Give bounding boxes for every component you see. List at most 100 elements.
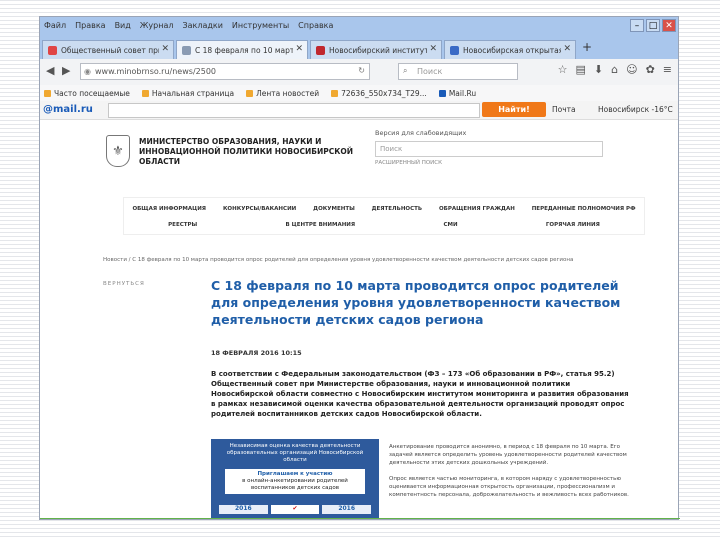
tab-label: Новосибирская открытая о... xyxy=(463,45,561,55)
search-icon: ⌕ xyxy=(403,66,408,75)
nav-powers[interactable]: ПЕРЕДАННЫЕ ПОЛНОМОЧИЯ РФ xyxy=(532,206,636,212)
menu-edit[interactable]: Правка xyxy=(75,21,105,30)
reload-icon[interactable]: ↻ xyxy=(358,66,365,75)
bookmark-label: Лента новостей xyxy=(256,88,320,98)
bookmark-icon xyxy=(141,90,149,97)
poster-year-start: 2016 xyxy=(219,505,268,514)
navigation-bar: ◀ ▶ ◉ www.minobrnso.ru/news/2500 ↻ ⌕ Пои… xyxy=(40,59,678,86)
nav-registries[interactable]: РЕЕСТРЫ xyxy=(168,222,197,228)
tab-survey-news[interactable]: С 18 февраля по 10 марта ... ✕ xyxy=(176,40,308,59)
menu-file[interactable]: Файл xyxy=(44,21,66,30)
bookmark-item[interactable]: Mail.Ru xyxy=(438,89,476,98)
close-tab-icon[interactable]: ✕ xyxy=(295,44,303,54)
menu-tools[interactable]: Инструменты xyxy=(232,21,289,30)
nav-general-info[interactable]: ОБЩАЯ ИНФОРМАЦИЯ xyxy=(132,206,206,212)
menu-bookmarks[interactable]: Закладки xyxy=(182,21,222,30)
back-arrow-icon[interactable]: ◀ xyxy=(46,64,54,77)
tab-favicon-icon xyxy=(182,45,191,55)
browser-window: Файл Правка Вид Журнал Закладки Инструме… xyxy=(40,17,678,519)
tab-favicon-icon xyxy=(316,45,325,55)
close-tab-icon[interactable]: ✕ xyxy=(563,44,571,54)
menu-view[interactable]: Вид xyxy=(115,21,131,30)
bookmark-item[interactable]: Лента новостей xyxy=(246,89,319,98)
tab-label: С 18 февраля по 10 марта ... xyxy=(195,45,293,55)
minimize-button[interactable]: – xyxy=(630,19,644,32)
new-tab-button[interactable]: + xyxy=(582,40,592,59)
menu-help[interactable]: Справка xyxy=(298,21,333,30)
nav-focus[interactable]: В ЦЕНТРЕ ВНИМАНИЯ xyxy=(286,222,356,228)
bookmark-item[interactable]: Начальная страница xyxy=(141,89,234,98)
title-bar: Файл Правка Вид Журнал Закладки Инструме… xyxy=(40,17,678,37)
tab-public-council[interactable]: Общественный совет при ... ✕ xyxy=(42,40,174,59)
globe-icon: ◉ xyxy=(84,67,91,76)
browser-search-placeholder: Поиск xyxy=(417,67,443,76)
bookmarks-list-icon[interactable]: ▤ xyxy=(575,63,585,76)
browser-search-field[interactable]: ⌕ Поиск xyxy=(398,63,518,80)
bookmark-label: 72636_550x734_T29... xyxy=(341,88,427,98)
checkmark-icon: ✔ xyxy=(270,505,320,514)
bookmark-label: Часто посещаемые xyxy=(54,88,130,98)
back-link[interactable]: ВЕРНУТЬСЯ xyxy=(103,281,145,287)
extension-icon[interactable]: ✿ xyxy=(646,63,655,76)
weather-widget[interactable]: Новосибирск -16°C xyxy=(598,105,673,114)
mailru-search-button[interactable]: Найти! xyxy=(482,102,546,117)
nav-appeals[interactable]: ОБРАЩЕНИЯ ГРАЖДАН xyxy=(439,206,515,212)
coat-of-arms-icon[interactable]: ⚜ xyxy=(106,135,130,167)
site-search-input[interactable]: Поиск xyxy=(375,141,603,157)
poster-year-end: 2016 xyxy=(322,505,372,514)
maximize-button[interactable]: □ xyxy=(646,19,660,32)
web-page: ⚜ МИНИСТЕРСТВО ОБРАЗОВАНИЯ, НАУКИ И ИННО… xyxy=(83,119,645,519)
poster-invite-title: Приглашаем к участию xyxy=(257,471,333,477)
tab-label: Общественный совет при ... xyxy=(61,45,159,55)
chat-icon[interactable]: ☺ xyxy=(626,63,637,76)
nav-media[interactable]: СМИ xyxy=(443,222,457,228)
home-icon[interactable]: ⌂ xyxy=(611,63,618,76)
nav-activity[interactable]: ДЕЯТЕЛЬНОСТЬ xyxy=(372,206,422,212)
bookmark-item[interactable]: Часто посещаемые xyxy=(44,89,130,98)
bookmark-icon xyxy=(331,90,339,97)
survey-poster[interactable]: Независимая оценка качества деятельности… xyxy=(211,439,379,519)
bookmark-star-icon[interactable]: ☆ xyxy=(558,63,568,76)
hamburger-menu-icon[interactable]: ≡ xyxy=(663,63,672,76)
mailru-search-input[interactable] xyxy=(108,103,480,118)
close-tab-icon[interactable]: ✕ xyxy=(161,44,169,54)
bookmark-icon xyxy=(44,90,51,97)
divider-line xyxy=(40,518,680,519)
nav-row: РЕЕСТРЫ В ЦЕНТРЕ ВНИМАНИЯ СМИ ГОРЯЧАЯ ЛИ… xyxy=(124,222,644,228)
menu-history[interactable]: Журнал xyxy=(140,21,174,30)
mailru-mail-link[interactable]: Почта xyxy=(552,105,576,114)
download-icon[interactable]: ⬇ xyxy=(594,63,603,76)
nav-hotline[interactable]: ГОРЯЧАЯ ЛИНИЯ xyxy=(546,222,600,228)
tab-open-education[interactable]: Новосибирская открытая о... ✕ xyxy=(444,40,576,59)
close-window-button[interactable]: ✕ xyxy=(662,19,676,32)
article-title: С 18 февраля по 10 марта проводится опро… xyxy=(211,278,621,327)
mailru-logo[interactable]: @mail.ru xyxy=(43,104,93,115)
site-navigation: ОБЩАЯ ИНФОРМАЦИЯ КОНКУРСЫ/ВАКАНСИИ ДОКУМ… xyxy=(123,197,645,235)
article-note: Анкетирование проводится анонимно, в пер… xyxy=(389,443,629,507)
poster-invite-body: в онлайн-анкетировании родителей воспита… xyxy=(242,478,348,491)
article-date: 18 ФЕВРАЛЯ 2016 10:15 xyxy=(211,349,302,357)
toolbar-icons: ☆ ▤ ⬇ ⌂ ☺ ✿ ≡ xyxy=(558,63,672,76)
nav-documents[interactable]: ДОКУМЕНТЫ xyxy=(313,206,355,212)
bookmark-item[interactable]: 72636_550x734_T29... xyxy=(331,89,427,98)
close-tab-icon[interactable]: ✕ xyxy=(429,44,437,54)
bookmarks-toolbar: Часто посещаемые Начальная страница Лент… xyxy=(40,85,678,101)
tab-favicon-icon xyxy=(450,45,459,55)
address-bar[interactable]: ◉ www.minobrnso.ru/news/2500 ↻ xyxy=(80,63,370,80)
note-paragraph: Анкетирование проводится анонимно, в пер… xyxy=(389,444,627,466)
poster-dates: 2016 ✔ 2016 xyxy=(219,505,372,514)
article-lead: В соответствии с Федеральным законодател… xyxy=(211,370,629,418)
accessibility-link[interactable]: Версия для слабовидящих xyxy=(375,129,466,137)
advanced-search-link[interactable]: РАСШИРЕННЫЙ ПОИСК xyxy=(375,160,442,166)
nav-contests[interactable]: КОНКУРСЫ/ВАКАНСИИ xyxy=(223,206,296,212)
poster-heading: Независимая оценка качества деятельности… xyxy=(226,443,364,463)
poster-invitation: Приглашаем к участию в онлайн-анкетирова… xyxy=(225,469,365,494)
tab-novosibirsk-institute[interactable]: Новосибирский институт ... ✕ xyxy=(310,40,442,59)
note-paragraph: Опрос является частью мониторинга, в кот… xyxy=(389,476,629,498)
menu-bar: Файл Правка Вид Журнал Закладки Инструме… xyxy=(44,21,333,30)
breadcrumb[interactable]: Новости / С 18 февраля по 10 марта прово… xyxy=(103,257,573,263)
tab-favicon-icon xyxy=(48,45,57,55)
forward-arrow-icon[interactable]: ▶ xyxy=(62,64,70,77)
nav-row: ОБЩАЯ ИНФОРМАЦИЯ КОНКУРСЫ/ВАКАНСИИ ДОКУМ… xyxy=(124,206,644,212)
ministry-name[interactable]: МИНИСТЕРСТВО ОБРАЗОВАНИЯ, НАУКИ И ИННОВА… xyxy=(139,137,369,167)
